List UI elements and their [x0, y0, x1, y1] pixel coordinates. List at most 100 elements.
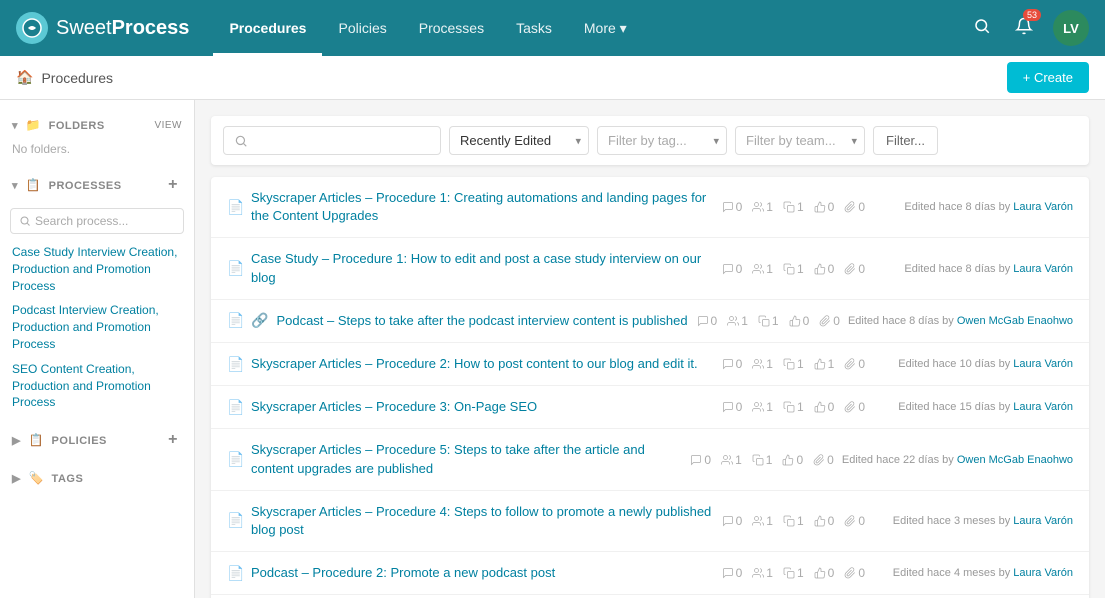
nav-policies[interactable]: Policies [322, 0, 402, 56]
comments-count: 0 [722, 357, 743, 371]
edited-info: Edited hace 15 días by Laura Varón [873, 401, 1073, 413]
procedure-row: 📄 Skyscraper Articles – Procedure 1: Cre… [211, 177, 1089, 238]
attachments-count: 0 [844, 200, 865, 214]
procedure-row: 📄 Skyscraper Articles – Procedure 4: Ste… [211, 491, 1089, 552]
likes-count: 0 [814, 514, 835, 528]
comments-count: 0 [722, 200, 743, 214]
folders-header[interactable]: ▾ 📁 FOLDERS VIEW [0, 112, 194, 138]
procedure-icon: 📄 [227, 312, 243, 329]
policies-header[interactable]: ▶ 📋 POLICIES + [0, 423, 194, 457]
sidebar: ▾ 📁 FOLDERS VIEW No folders. ▾ 📋 PROCESS… [0, 100, 195, 598]
nav-links: Procedures Policies Processes Tasks More… [213, 0, 969, 56]
tag-filter-wrapper: Filter by tag... [597, 126, 727, 155]
comments-count: 0 [697, 314, 718, 328]
main-layout: ▾ 📁 FOLDERS VIEW No folders. ▾ 📋 PROCESS… [0, 100, 1105, 598]
logo-text: SweetProcess [56, 17, 189, 40]
edited-info: Edited hace 22 días by Owen McGab Enaohw… [842, 454, 1073, 466]
main-search-input[interactable] [254, 133, 430, 148]
edited-info: Edited hace 10 días by Laura Varón [873, 358, 1073, 370]
tag-filter-select[interactable]: Filter by tag... [597, 126, 727, 155]
no-folders-text: No folders. [0, 138, 194, 160]
view-link[interactable]: VIEW [154, 120, 182, 131]
members-count: 1 [721, 453, 742, 467]
sort-select[interactable]: Recently Edited Alphabetical Created Dat… [449, 126, 589, 155]
procedure-title[interactable]: Podcast – Steps to take after the podcas… [276, 312, 688, 330]
procedure-row: 📄 Skyscraper Articles – Procedure 2: How… [211, 343, 1089, 386]
author-link[interactable]: Laura Varón [1013, 401, 1073, 413]
subheader-title: 🏠 Procedures [16, 69, 113, 86]
author-link[interactable]: Owen McGab Enaohwo [957, 315, 1073, 327]
add-policy-button[interactable]: + [164, 429, 182, 451]
author-link[interactable]: Laura Varón [1013, 567, 1073, 579]
logo-icon [16, 12, 48, 44]
procedure-title[interactable]: Podcast – Procedure 2: Promote a new pod… [251, 564, 714, 582]
tags-section: ▶ 🏷️ TAGS [0, 465, 194, 491]
notification-count: 53 [1023, 9, 1041, 21]
tags-header[interactable]: ▶ 🏷️ TAGS [0, 465, 194, 491]
procedure-meta: 0 1 1 0 0 [697, 314, 840, 328]
policies-label: ▶ 📋 POLICIES [12, 433, 107, 447]
team-filter-wrapper: Filter by team... [735, 126, 865, 155]
comments-count: 0 [722, 566, 743, 580]
likes-count: 0 [814, 566, 835, 580]
author-link[interactable]: Owen McGab Enaohwo [957, 454, 1073, 466]
procedure-icon: 📄 [227, 356, 243, 373]
procedure-title[interactable]: Case Study – Procedure 1: How to edit an… [251, 250, 714, 286]
process-link-2[interactable]: SEO Content Creation, Production and Pro… [0, 357, 194, 415]
procedures-table: 📄 Skyscraper Articles – Procedure 1: Cre… [211, 177, 1089, 598]
nav-more[interactable]: More ▾ [568, 0, 643, 56]
link-icon: 🔗 [251, 312, 268, 329]
nav-tasks[interactable]: Tasks [500, 0, 568, 56]
procedure-icon: 📄 [227, 260, 243, 277]
tasks-count: 1 [752, 453, 773, 467]
members-count: 1 [752, 357, 773, 371]
folders-section: ▾ 📁 FOLDERS VIEW No folders. [0, 112, 194, 160]
subheader: 🏠 Procedures + Create [0, 56, 1105, 100]
nav-procedures[interactable]: Procedures [213, 0, 322, 56]
procedure-title[interactable]: Skyscraper Articles – Procedure 3: On-Pa… [251, 398, 714, 416]
tasks-count: 1 [783, 357, 804, 371]
tasks-count: 1 [783, 262, 804, 276]
procedure-title[interactable]: Skyscraper Articles – Procedure 1: Creat… [251, 189, 714, 225]
comments-count: 0 [690, 453, 711, 467]
search-button[interactable] [969, 13, 995, 44]
procedure-meta: 0 1 1 0 0 [722, 514, 865, 528]
procedure-title[interactable]: Skyscraper Articles – Procedure 2: How t… [251, 355, 714, 373]
notifications-button[interactable]: 53 [1011, 13, 1037, 44]
members-count: 1 [752, 400, 773, 414]
policies-section: ▶ 📋 POLICIES + [0, 423, 194, 457]
avatar[interactable]: LV [1053, 10, 1089, 46]
create-button[interactable]: + Create [1007, 62, 1089, 93]
procedure-meta: 0 1 1 1 0 [722, 357, 865, 371]
author-link[interactable]: Laura Varón [1013, 358, 1073, 370]
attachments-count: 0 [813, 453, 834, 467]
attachments-count: 0 [844, 566, 865, 580]
attachments-count: 0 [844, 262, 865, 276]
procedure-row: 📄 Skyscraper Articles – Procedure 5: Ste… [211, 429, 1089, 490]
author-link[interactable]: Laura Varón [1013, 515, 1073, 527]
members-count: 1 [752, 262, 773, 276]
tasks-count: 1 [783, 566, 804, 580]
procedure-title[interactable]: Skyscraper Articles – Procedure 5: Steps… [251, 441, 682, 477]
processes-section: ▾ 📋 PROCESSES + Case Study Interview Cre… [0, 168, 194, 415]
comments-count: 0 [722, 262, 743, 276]
sort-select-wrapper: Recently Edited Alphabetical Created Dat… [449, 126, 589, 155]
likes-count: 0 [814, 262, 835, 276]
procedure-icon: 📄 [227, 199, 243, 216]
add-process-button[interactable]: + [164, 174, 182, 196]
processes-header[interactable]: ▾ 📋 PROCESSES + [0, 168, 194, 202]
procedure-meta: 0 1 1 0 0 [722, 400, 865, 414]
filter-button[interactable]: Filter... [873, 126, 938, 155]
team-filter-select[interactable]: Filter by team... [735, 126, 865, 155]
author-link[interactable]: Laura Varón [1013, 263, 1073, 275]
logo[interactable]: SweetProcess [16, 12, 189, 44]
likes-count: 0 [782, 453, 803, 467]
procedure-title[interactable]: Skyscraper Articles – Procedure 4: Steps… [251, 503, 714, 539]
process-search-input[interactable] [35, 214, 175, 228]
comments-count: 0 [722, 400, 743, 414]
edited-info: Edited hace 4 meses by Laura Varón [873, 567, 1073, 579]
author-link[interactable]: Laura Varón [1013, 201, 1073, 213]
process-link-1[interactable]: Podcast Interview Creation, Production a… [0, 298, 194, 356]
process-link-0[interactable]: Case Study Interview Creation, Productio… [0, 240, 194, 298]
nav-processes[interactable]: Processes [403, 0, 500, 56]
